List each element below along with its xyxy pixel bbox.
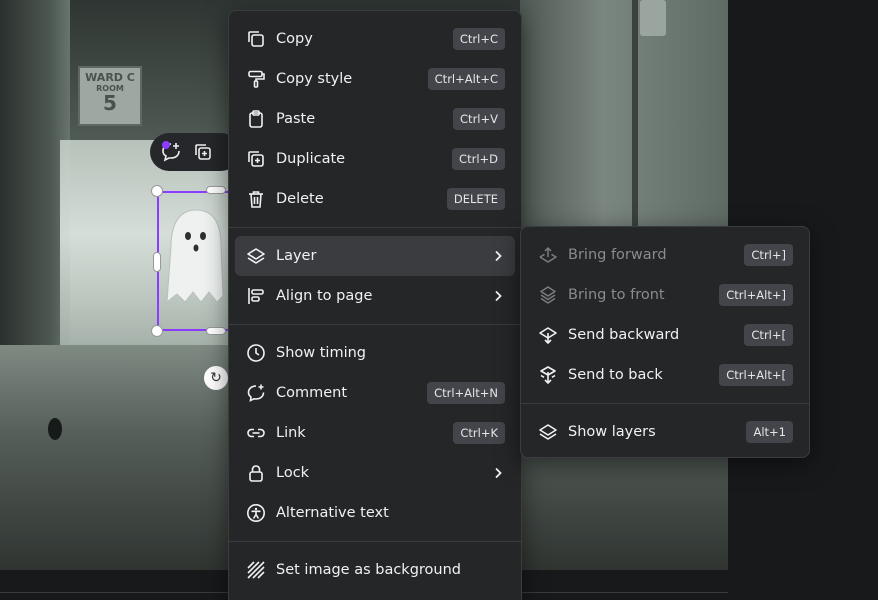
shortcut-badge: Ctrl+K [453, 422, 505, 444]
resize-handle-top[interactable] [206, 186, 226, 194]
sign-line-1: WARD C [85, 71, 135, 84]
send-to-back-icon [537, 364, 559, 386]
add-comment-button[interactable] [160, 141, 182, 163]
menu-item-label: Copy style [276, 71, 353, 87]
link-icon [245, 422, 267, 444]
trash-icon [245, 188, 267, 210]
shortcut-badge: Ctrl+Alt+[ [719, 364, 793, 386]
shortcut-badge: Ctrl+V [453, 108, 505, 130]
layers-icon [537, 421, 559, 443]
bring-to-front-icon [537, 284, 559, 306]
menu-item-set-image-as-background[interactable]: Set image as background [235, 550, 515, 590]
clock-icon [245, 342, 267, 364]
resize-handle-bottom[interactable] [206, 327, 226, 335]
menu-item-label: Duplicate [276, 151, 346, 167]
align-icon [245, 285, 267, 307]
menu-item-label: Alternative text [276, 505, 389, 521]
menu-item-delete[interactable]: Delete DELETE [235, 179, 515, 219]
submenu-divider [521, 403, 809, 404]
menu-item-label: Delete [276, 191, 324, 207]
submenu-item-bring-to-front[interactable]: Bring to front Ctrl+Alt+] [527, 275, 803, 315]
duplicate-button[interactable] [192, 141, 214, 163]
bring-forward-icon [537, 244, 559, 266]
menu-item-alternative-text[interactable]: Alternative text [235, 493, 515, 533]
menu-item-lock[interactable]: Lock [235, 453, 515, 493]
shortcut-badge: Ctrl+Alt+N [427, 382, 505, 404]
chevron-right-icon [491, 250, 505, 262]
submenu-item-label: Bring forward [568, 247, 667, 263]
submenu-item-send-to-back[interactable]: Send to back Ctrl+Alt+[ [527, 355, 803, 395]
shortcut-badge: Ctrl+Alt+C [427, 68, 505, 90]
menu-divider [229, 324, 521, 325]
rotate-icon[interactable]: ↻ [204, 366, 228, 390]
menu-item-comment[interactable]: Comment Ctrl+Alt+N [235, 373, 515, 413]
chevron-right-icon [491, 290, 505, 302]
shortcut-badge: Ctrl+] [744, 244, 793, 266]
chevron-right-icon [491, 467, 505, 479]
resize-handle-bottom-left[interactable] [151, 325, 163, 337]
context-menu: Copy Ctrl+C Copy style Ctrl+Alt+C Paste … [228, 10, 522, 600]
duplicate-icon [245, 148, 267, 170]
menu-item-layer[interactable]: Layer [235, 236, 515, 276]
resize-handle-top-left[interactable] [151, 185, 163, 197]
layer-submenu: Bring forward Ctrl+] Bring to front Ctrl… [520, 226, 810, 458]
menu-item-label: Paste [276, 111, 316, 127]
shortcut-badge: DELETE [446, 188, 505, 210]
menu-divider [229, 541, 521, 542]
menu-item-label: Layer [276, 248, 317, 264]
element-toolbar [150, 133, 240, 171]
menu-item-paste[interactable]: Paste Ctrl+V [235, 99, 515, 139]
submenu-item-show-layers[interactable]: Show layers Alt+1 [527, 412, 803, 452]
comment-icon [245, 382, 267, 404]
menu-item-copy-style[interactable]: Copy style Ctrl+Alt+C [235, 59, 515, 99]
submenu-item-send-backward[interactable]: Send backward Ctrl+[ [527, 315, 803, 355]
duplicate-icon [195, 144, 211, 160]
shortcut-badge: Ctrl+[ [744, 324, 793, 346]
floor-spot [48, 418, 62, 440]
menu-item-copy[interactable]: Copy Ctrl+C [235, 19, 515, 59]
menu-item-align-to-page[interactable]: Align to page [235, 276, 515, 316]
shortcut-badge: Ctrl+C [452, 28, 505, 50]
notification-dot [162, 141, 170, 149]
submenu-item-label: Show layers [568, 424, 656, 440]
send-backward-icon [537, 324, 559, 346]
submenu-item-bring-forward[interactable]: Bring forward Ctrl+] [527, 235, 803, 275]
sign-line-3: 5 [103, 91, 117, 115]
menu-item-show-timing[interactable]: Show timing [235, 333, 515, 373]
menu-item-label: Link [276, 425, 306, 441]
resize-handle-left[interactable] [153, 252, 161, 272]
menu-item-partial[interactable] [235, 590, 515, 600]
shortcut-badge: Alt+1 [746, 421, 793, 443]
submenu-item-label: Send backward [568, 327, 680, 343]
menu-item-label: Show timing [276, 345, 366, 361]
menu-item-label: Set image as background [276, 562, 462, 578]
ward-sign: WARD C ROOM 5 [78, 66, 142, 126]
background-icon [245, 559, 267, 581]
shortcut-badge: Ctrl+Alt+] [719, 284, 793, 306]
clipboard-icon [245, 108, 267, 130]
menu-divider [229, 227, 521, 228]
lock-icon [245, 462, 267, 484]
door-handle [640, 0, 666, 36]
submenu-item-label: Send to back [568, 367, 663, 383]
menu-item-duplicate[interactable]: Duplicate Ctrl+D [235, 139, 515, 179]
menu-item-label: Align to page [276, 288, 373, 304]
copy-icon [245, 28, 267, 50]
menu-item-label: Comment [276, 385, 348, 401]
accessibility-icon [245, 502, 267, 524]
shortcut-badge: Ctrl+D [452, 148, 505, 170]
menu-item-label: Lock [276, 465, 310, 481]
layers-icon [245, 245, 267, 267]
menu-item-link[interactable]: Link Ctrl+K [235, 413, 515, 453]
submenu-item-label: Bring to front [568, 287, 665, 303]
paint-roller-icon [245, 68, 267, 90]
menu-item-label: Copy [276, 31, 313, 47]
